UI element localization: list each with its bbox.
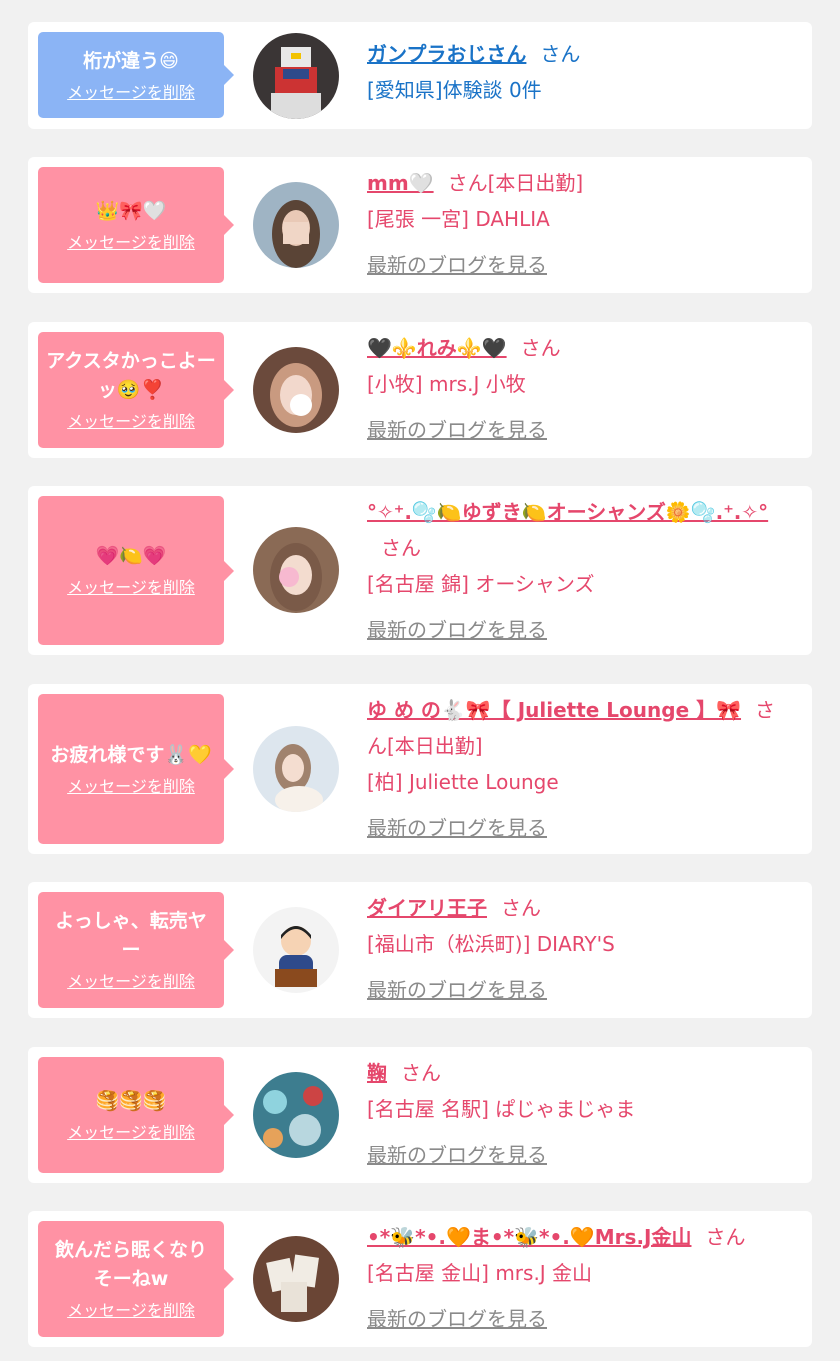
delete-message-link[interactable]: メッセージを削除 [67,971,195,993]
avatar[interactable] [253,1072,339,1158]
message-card: お疲れ様です🐰💛 メッセージを削除 ゆ め の🐇🎀【 Juliette Loun… [28,684,812,854]
user-name-link[interactable]: 🖤⚜️れみ⚜️🖤 [367,336,507,360]
name-suffix: さん [540,42,581,66]
user-name-link[interactable]: °✧⁺.🫧🍋ゆずき🍋オーシャンズ🌼🫧.⁺.✧° [367,500,768,524]
message-card: 飲んだら眠くなりそーねw メッセージを削除 •*🐝*•.🧡ま•*🐝*•.🧡Mrs… [28,1211,812,1347]
message-bubble: 飲んだら眠くなりそーねw メッセージを削除 [38,1221,234,1337]
message-text: 👑🎀🤍 [95,199,167,222]
location-text: [柏] Juliette Lounge [367,770,559,794]
latest-blog-link[interactable]: 最新のブログを見る [367,1301,787,1337]
message-bubble: 🥞🥞🥞 メッセージを削除 [38,1057,234,1173]
avatar[interactable] [253,1236,339,1322]
message-text: 飲んだら眠くなりそーねw [54,1239,207,1290]
user-name-link[interactable]: 鞠 [367,1061,387,1085]
delete-message-link[interactable]: メッセージを削除 [67,411,195,433]
message-bubble: 💗🍋💗 メッセージを削除 [38,496,234,645]
latest-blog-link[interactable]: 最新のブログを見る [367,972,787,1008]
avatar[interactable] [253,182,339,268]
name-suffix: さん [520,336,561,360]
delete-message-link[interactable]: メッセージを削除 [67,232,195,254]
message-card: 👑🎀🤍 メッセージを削除 mm🤍 さん[本日出勤] [尾張 一宮] DAHLIA … [28,157,812,293]
delete-message-link[interactable]: メッセージを削除 [67,577,195,599]
location-text: [愛知県]体験談 0件 [367,78,542,102]
user-name-link[interactable]: •*🐝*•.🧡ま•*🐝*•.🧡Mrs.J金山 [367,1225,691,1249]
message-text: 桁が違う😄 [83,49,179,72]
delete-message-link[interactable]: メッセージを削除 [67,1122,195,1144]
message-card: 💗🍋💗 メッセージを削除 °✧⁺.🫧🍋ゆずき🍋オーシャンズ🌼🫧.⁺.✧° さん [… [28,486,812,655]
message-card: 🥞🥞🥞 メッセージを削除 鞠さん [名古屋 名駅] ぱじゃまじゃま 最新のブログ… [28,1047,812,1183]
message-bubble: お疲れ様です🐰💛 メッセージを削除 [38,694,234,844]
location-text: [名古屋 金山] mrs.J 金山 [367,1261,593,1285]
message-card: アクスタかっこよーッ🥹❣️ メッセージを削除 🖤⚜️れみ⚜️🖤 さん [小牧] m… [28,322,812,458]
location-text: [小牧] mrs.J 小牧 [367,372,526,396]
message-text: お疲れ様です🐰💛 [50,743,212,766]
name-suffix: さん [705,1225,746,1249]
avatar[interactable] [253,527,339,613]
user-info: °✧⁺.🫧🍋ゆずき🍋オーシャンズ🌼🫧.⁺.✧° さん [名古屋 錦] オーシャンズ… [367,494,787,648]
name-suffix: さん [401,1061,441,1085]
message-card: 桁が違う😄 メッセージを削除 ガンプラおじさん さん [愛知県]体験談 0件 [28,22,812,129]
user-name-link[interactable]: ゆ め の🐇🎀【 Juliette Lounge 】🎀 [367,698,741,722]
location-text: [尾張 一宮] DAHLIA [367,207,550,231]
latest-blog-link[interactable]: 最新のブログを見る [367,412,787,448]
user-info: ゆ め の🐇🎀【 Juliette Lounge 】🎀 さん[本日出勤] [柏] … [367,692,787,846]
message-card: よっしゃ、転売ヤー メッセージを削除 ダイアリ王子 さん [福山市（松浜町)] D… [28,882,812,1018]
user-info: ダイアリ王子 さん [福山市（松浜町)] DIARY'S 最新のブログを見る [367,890,787,1008]
latest-blog-link[interactable]: 最新のブログを見る [367,612,787,648]
location-text: [名古屋 名駅] ぱじゃまじゃま [367,1097,636,1121]
name-suffix: さん[本日出勤] [447,171,584,195]
message-text: 🥞🥞🥞 [95,1089,167,1112]
user-info: 🖤⚜️れみ⚜️🖤 さん [小牧] mrs.J 小牧 最新のブログを見る [367,330,787,448]
avatar[interactable] [253,907,339,993]
user-info: mm🤍 さん[本日出勤] [尾張 一宮] DAHLIA 最新のブログを見る [367,165,787,283]
latest-blog-link[interactable]: 最新のブログを見る [367,1137,787,1173]
message-text: 💗🍋💗 [95,545,167,567]
message-bubble: アクスタかっこよーッ🥹❣️ メッセージを削除 [38,332,234,448]
avatar[interactable] [253,33,339,119]
message-bubble: 👑🎀🤍 メッセージを削除 [38,167,234,283]
user-name-link[interactable]: mm🤍 [367,171,434,195]
avatar[interactable] [253,347,339,433]
delete-message-link[interactable]: メッセージを削除 [67,1300,195,1322]
latest-blog-link[interactable]: 最新のブログを見る [367,247,787,283]
message-bubble: よっしゃ、転売ヤー メッセージを削除 [38,892,234,1008]
name-suffix: さん [381,536,421,560]
delete-message-link[interactable]: メッセージを削除 [67,82,195,104]
user-info: 鞠さん [名古屋 名駅] ぱじゃまじゃま 最新のブログを見る [367,1055,787,1173]
location-text: [福山市（松浜町)] DIARY'S [367,932,615,956]
user-info: ガンプラおじさん さん [愛知県]体験談 0件 [367,36,787,108]
latest-blog-link[interactable]: 最新のブログを見る [367,810,787,846]
message-text: よっしゃ、転売ヤー [55,910,207,961]
user-info: •*🐝*•.🧡ま•*🐝*•.🧡Mrs.J金山 さん [名古屋 金山] mrs.J … [367,1219,787,1337]
message-text: アクスタかっこよーッ🥹❣️ [46,350,216,401]
message-bubble: 桁が違う😄 メッセージを削除 [38,32,234,118]
location-text: [名古屋 錦] オーシャンズ [367,572,595,596]
user-name-link[interactable]: ダイアリ王子 [367,896,487,920]
user-name-link[interactable]: ガンプラおじさん [367,42,526,66]
avatar[interactable] [253,726,339,812]
delete-message-link[interactable]: メッセージを削除 [67,776,195,798]
name-suffix: さん [501,896,541,920]
